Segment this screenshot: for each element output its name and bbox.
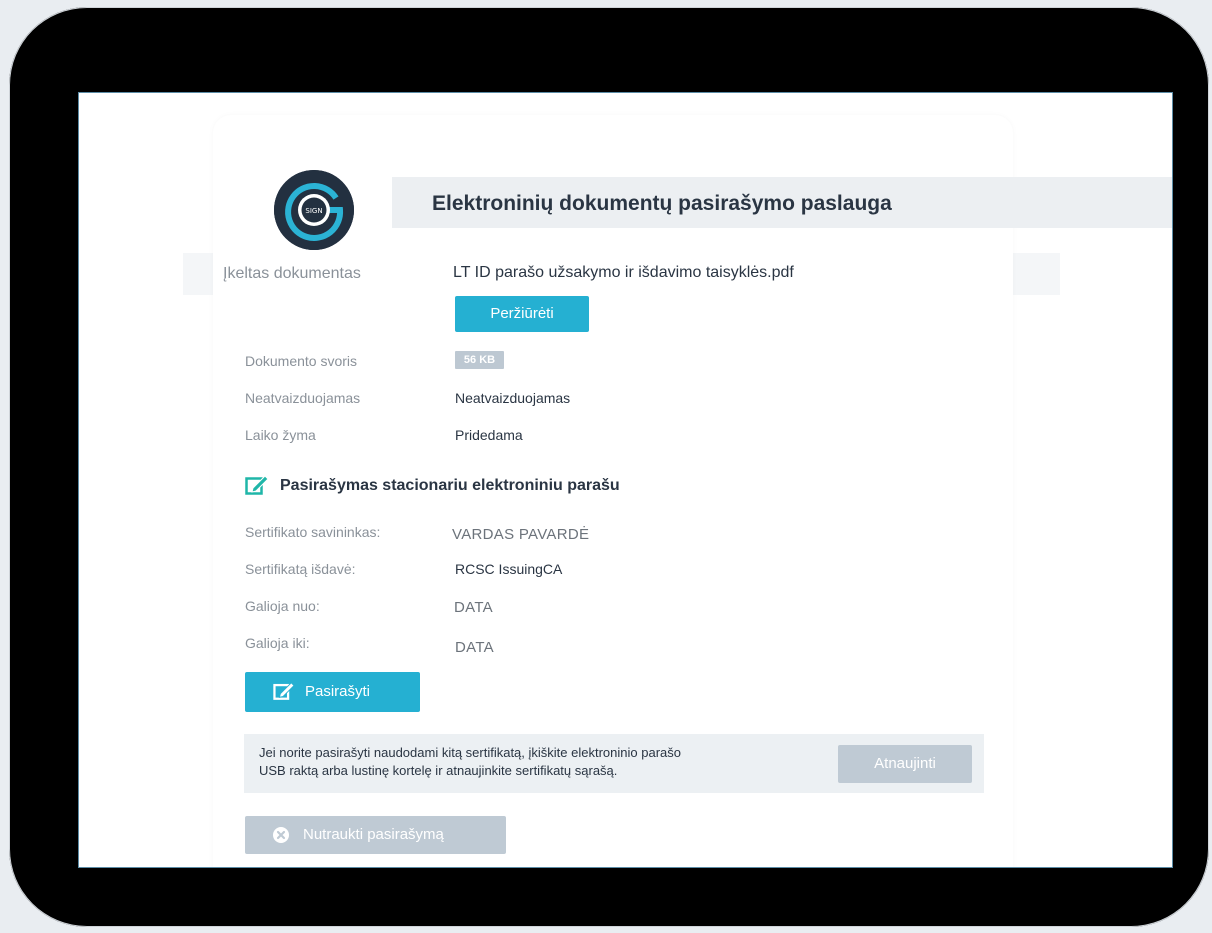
sign-edit-icon [273, 682, 295, 700]
display-value: Neatvaizduojamas [455, 390, 571, 406]
certificate-owner-label: Sertifikato savininkas: [245, 524, 381, 540]
valid-from-value: DATA [454, 599, 493, 616]
view-document-button[interactable]: Peržiūrėti [455, 296, 589, 332]
edit-icon [245, 475, 269, 495]
g-sign-logo-icon: SIGN [274, 170, 354, 250]
uploaded-document-name: LT ID parašo užsakymo ir išdavimo taisyk… [453, 264, 794, 281]
tablet-frame: SIGN Elektroninių dokumentų pasirašymo p… [9, 7, 1209, 927]
timestamp-label: Laiko žyma [245, 427, 316, 443]
certificate-owner-value: VARDAS PAVARDĖ [452, 526, 590, 543]
certificate-note-text: Jei norite pasirašyti naudodami kitą ser… [259, 744, 819, 780]
valid-to-value: DATA [455, 639, 494, 656]
refresh-button[interactable]: Atnaujinti [838, 745, 972, 783]
signing-section-title: Pasirašymas stacionariu elektroniniu par… [280, 477, 620, 494]
certificate-issuer-label: Sertifikatą išdavė: [245, 561, 356, 577]
display-label: Neatvaizduojamas [245, 390, 361, 406]
logo-text: SIGN [305, 207, 322, 215]
note-line-2: USB raktą arba lustinę kortelę ir atnauj… [259, 763, 618, 778]
timestamp-value: Pridedama [455, 427, 523, 443]
screen: SIGN Elektroninių dokumentų pasirašymo p… [78, 92, 1173, 868]
cancel-signing-button[interactable]: Nutraukti pasirašymą [245, 816, 506, 854]
document-size-label: Dokumento svoris [245, 353, 358, 369]
valid-to-label: Galioja iki: [245, 635, 310, 651]
certificate-issuer-value: RCSC IssuingCA [455, 561, 563, 577]
uploaded-document-label: Įkeltas dokumentas [223, 265, 361, 282]
sign-logo: SIGN [274, 170, 354, 250]
document-size-badge: 56 KB [455, 351, 504, 369]
cancel-circle-icon [273, 827, 289, 843]
valid-from-label: Galioja nuo: [245, 598, 320, 614]
sign-button[interactable]: Pasirašyti [245, 672, 420, 712]
page-title: Elektroninių dokumentų pasirašymo paslau… [432, 192, 892, 215]
note-line-1: Jei norite pasirašyti naudodami kitą ser… [259, 745, 681, 760]
sign-button-label: Pasirašyti [305, 683, 371, 700]
cancel-signing-label: Nutraukti pasirašymą [303, 826, 444, 843]
